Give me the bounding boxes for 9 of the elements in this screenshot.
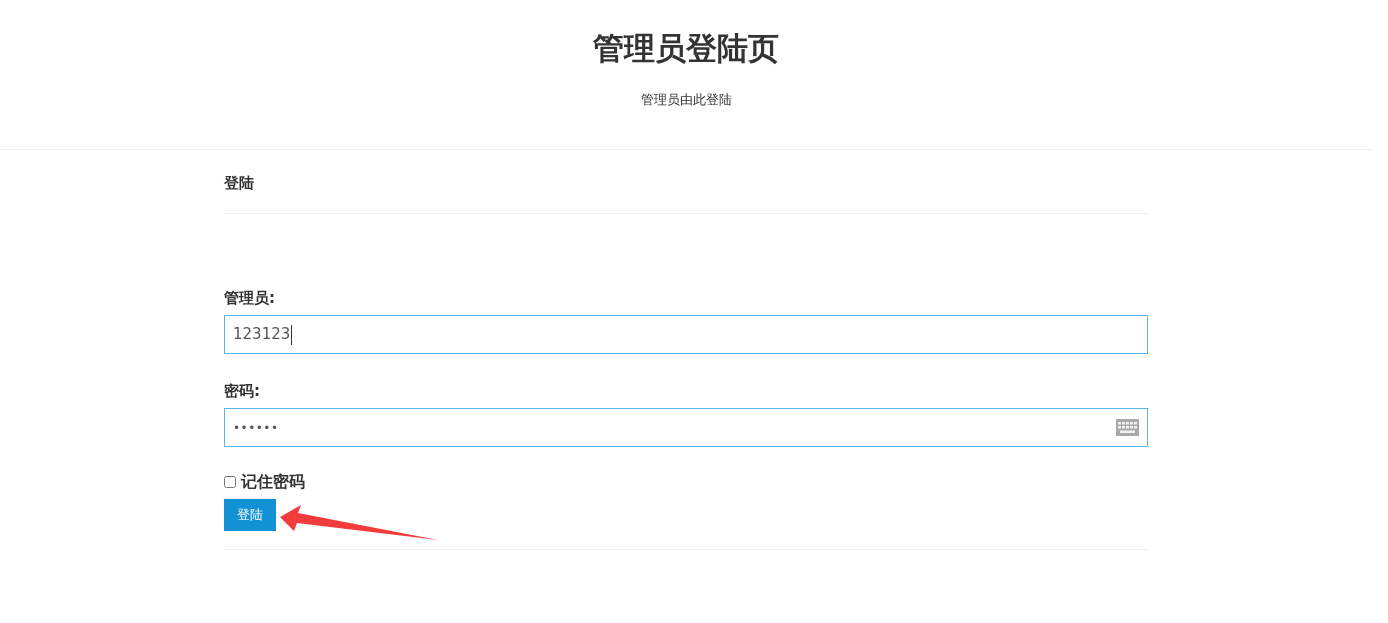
- remember-checkbox[interactable]: [224, 476, 236, 488]
- remember-label: 记住密码: [241, 472, 305, 492]
- field-label: 密码:: [224, 381, 260, 402]
- page-title: 管理员登陆页: [593, 29, 779, 68]
- page-subtitle: 管理员由此登陆: [640, 91, 732, 109]
- panel-heading: 登陆: [224, 174, 254, 192]
- password-field[interactable]: ••••••: [224, 408, 1148, 447]
- username-field[interactable]: 123123: [224, 315, 1148, 354]
- field-label: 管理员:: [224, 288, 275, 309]
